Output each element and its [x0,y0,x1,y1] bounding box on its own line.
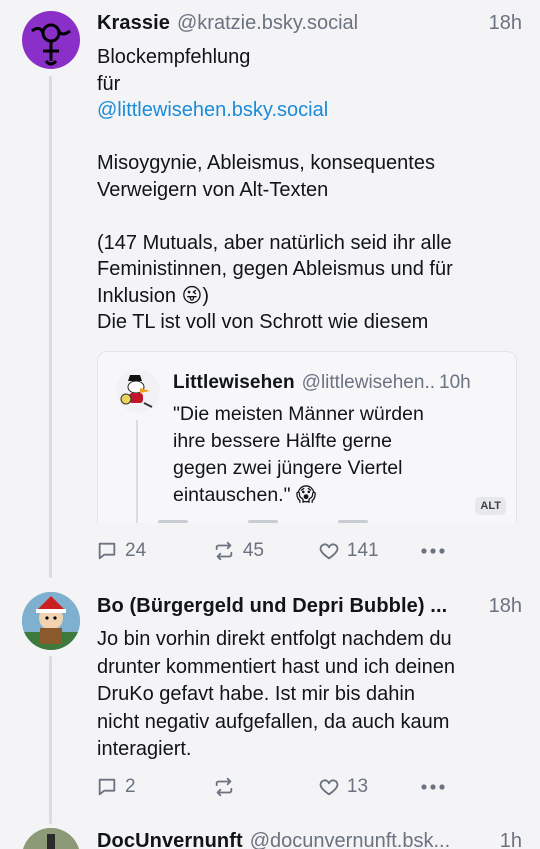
text-line: interagiert. [97,738,192,760]
more-dots-icon [421,548,445,554]
text-line: ihre bessere Hälfte gerne [173,430,392,452]
text-line: Misoygynie, Ableismus, konsequentes [97,152,435,174]
text-line: nicht negativ aufgefallen, da auch kaum [97,710,450,733]
heart-icon [319,543,339,560]
avatar[interactable] [22,592,80,650]
reply-button[interactable]: 2 [96,776,212,798]
like-count: 13 [346,776,369,797]
quote-author-name[interactable]: Littlewisehen [173,372,295,394]
post-header: DocUnvernunft @docunvernunft.bsk... 1h [97,830,522,849]
more-button[interactable] [420,783,446,791]
post-time[interactable]: 1h [500,830,522,849]
post-actions: 2 13 [96,772,446,802]
text-line: drunter kommentiert hast und ich deinen [97,655,455,678]
like-button[interactable]: 13 [318,776,420,798]
repost-arrows-icon [215,777,233,797]
post-krassie[interactable]: Krassie @kratzie.bsky.social 18h Blockem… [0,0,540,580]
text-line: (147 Mutuals, aber natürlich seid ihr al… [97,231,452,254]
text-line: Blockempfehlung [97,46,251,68]
more-button[interactable] [420,547,446,555]
author-handle[interactable]: @docunvernunft.bsk... [250,830,492,849]
reply-button[interactable]: 24 [96,540,212,562]
post-docunvernunft[interactable]: DocUnvernunft @docunvernunft.bsk... 1h [0,820,540,849]
like-count: 141 [346,540,379,561]
speech-bubble-icon [98,542,116,560]
quote-header: Littlewisehen @littlewisehen.. 10h [173,372,502,394]
text-line: für [97,72,121,95]
avatar[interactable] [22,11,80,69]
more-dots-icon [421,784,445,790]
reply-count: 24 [125,540,147,561]
text-line: gegen zwei jüngere Viertel [173,457,403,479]
text-line: Verweigern von Alt-Texten [97,178,329,201]
alt-badge[interactable]: ALT [475,497,506,515]
text-line: Feministinnen, gegen Ableismus und für [97,258,453,280]
author-name[interactable]: Krassie [97,12,170,35]
author-name[interactable]: Bo (Bürgergeld und Depri Bubble) ... [97,595,481,618]
quote-text: "Die meisten Männer würden ihre bessere … [173,401,502,509]
quote-avatar[interactable] [116,369,160,413]
post-text: Blockempfehlung für @littlewisehen.bsky.… [97,44,520,336]
post-time[interactable]: 18h [489,595,522,618]
text-line: "Die meisten Männer würden [173,403,424,425]
author-name[interactable]: DocUnvernunft [97,830,243,849]
text-line: Jo bin vorhin direkt entfolgt nachdem du [97,628,452,650]
post-time[interactable]: 18h [489,12,522,35]
text-line: Inklusion 😜) [97,284,210,307]
love-symbol-icon [31,23,71,66]
quote-time[interactable]: 10h [439,372,471,394]
text-line: DruKo gefavt habe. Ist mir bis dahin [97,683,415,705]
profile-picture-icon [22,828,80,849]
post-actions: 24 45 141 [96,536,446,566]
text-line: eintauschen." 😱 [173,484,317,506]
avatar[interactable] [22,828,80,849]
post-bo[interactable]: Bo (Bürgergeld und Depri Bubble) ... 18h… [0,580,540,820]
post-header: Krassie @kratzie.bsky.social 18h [97,12,522,35]
heart-icon [319,779,339,796]
quote-author-handle[interactable]: @littlewisehen.. [302,372,435,394]
repost-button[interactable] [212,776,318,798]
reply-count: 2 [125,776,136,797]
repost-button[interactable]: 45 [212,540,318,562]
speech-bubble-icon [98,778,116,796]
repost-count: 45 [242,540,264,561]
scrooge-duck-icon [116,369,160,413]
text-line [97,203,520,230]
author-handle[interactable]: @kratzie.bsky.social [177,12,481,35]
quote-thread-line [136,420,138,523]
post-text: Jo bin vorhin direkt entfolgt nachdem du… [97,626,520,764]
post-header: Bo (Bürgergeld und Depri Bubble) ... 18h [97,595,522,618]
repost-arrows-icon [215,541,233,561]
text-line: Die TL ist voll von Schrott wie diesem [97,311,429,333]
quoted-post[interactable]: Littlewisehen @littlewisehen.. 10h "Die … [97,351,517,523]
text-line [97,124,520,151]
quote-actions-cutoff [158,520,458,523]
like-button[interactable]: 141 [318,540,420,562]
mention-link[interactable]: @littlewisehen.bsky.social [97,97,520,124]
cartoon-character-icon [22,592,80,650]
